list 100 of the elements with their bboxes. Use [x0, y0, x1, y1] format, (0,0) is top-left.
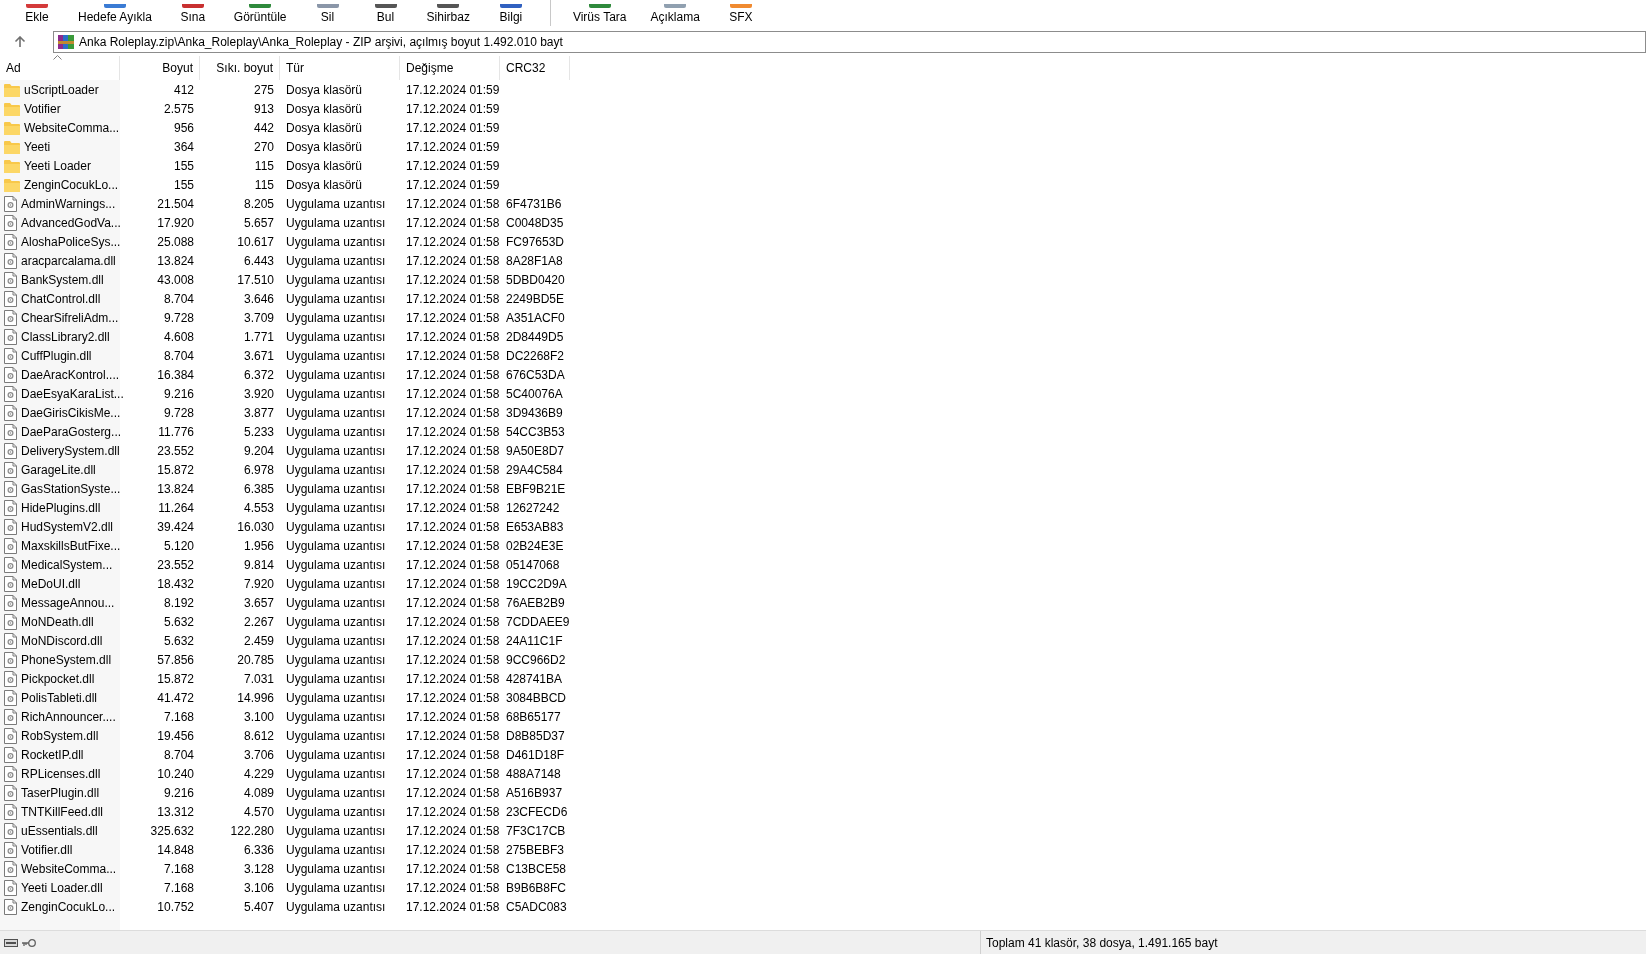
size-cell-text: 412: [172, 81, 195, 99]
type-cell-text: Uygulama uzantısı: [285, 898, 387, 916]
packed-size-cell-text: 16.030: [236, 518, 275, 536]
size-cell-text: 17.920: [156, 214, 195, 232]
type-cell-text: Uygulama uzantısı: [285, 290, 387, 308]
file-name: PhoneSystem.dll: [21, 651, 112, 669]
modified-cell-text: 17.12.2024 01:58: [405, 765, 500, 783]
modified-cell-text: 17.12.2024 01:58: [405, 518, 500, 536]
type-cell-text: Uygulama uzantısı: [285, 347, 387, 365]
modified-cell-text: 17.12.2024 01:58: [405, 727, 500, 745]
crc-cell-text: DC2268F2: [505, 347, 566, 365]
packed-size-cell-text: 3.920: [242, 385, 275, 403]
size-cell-text: 9.216: [162, 784, 195, 802]
size-cell-text: 39.424: [156, 518, 195, 536]
type-cell-text: Uygulama uzantısı: [285, 537, 387, 555]
toolbar-button[interactable]: Ekle: [12, 0, 62, 28]
column-header[interactable]: Değişme: [400, 56, 500, 80]
packed-size-cell-text: 1.956: [242, 537, 275, 555]
size-cell-text: 13.312: [156, 803, 195, 821]
packed-size-cell-text: 3.100: [242, 708, 275, 726]
crc-cell-text: 5C40076A: [505, 385, 564, 403]
size-cell-text: 2.575: [162, 100, 195, 118]
folder-icon: [4, 139, 20, 154]
toolbar-button[interactable]: Sına: [167, 0, 218, 28]
file-name: DeliverySystem.dll: [21, 442, 120, 460]
size-cell-text: 9.728: [162, 404, 195, 422]
type-cell-text: Dosya klasörü: [285, 119, 364, 137]
type-cell-text: Uygulama uzantısı: [285, 879, 387, 897]
toolbar-button[interactable]: Açıklama: [642, 0, 708, 28]
crc-cell-text: 9CC966D2: [505, 651, 567, 669]
toolbar-button[interactable]: SFX: [715, 0, 766, 28]
file-name: ClassLibrary2.dll: [21, 328, 110, 346]
crc-cell-text: 676C53DA: [505, 366, 566, 384]
size-cell-text: 14.848: [156, 841, 195, 859]
archive-path: Anka Roleplay.zip\Anka_Roleplay\Anka_Roleplay - ZIP arşivi, açılmış boyut 1.492.010 bayt: [79, 34, 563, 51]
file-name: Pickpocket.dll: [21, 670, 95, 688]
modified-cell-text: 17.12.2024 01:58: [405, 803, 500, 821]
toolbar-button[interactable]: Bilgi: [485, 0, 536, 28]
modified-cell-text: 17.12.2024 01:58: [405, 746, 500, 764]
packed-size-cell-text: 6.385: [242, 480, 275, 498]
size-cell-text: 8.704: [162, 746, 195, 764]
crc-cell-text: A516B937: [505, 784, 564, 802]
crc-cell-text: D461D18F: [505, 746, 566, 764]
crc-cell-text: EBF9B21E: [505, 480, 567, 498]
crc-cell-text: 05147068: [505, 556, 561, 574]
column-header[interactable]: CRC32: [500, 56, 570, 80]
type-cell-text: Uygulama uzantısı: [285, 841, 387, 859]
type-cell-text: Dosya klasörü: [285, 100, 364, 118]
toolbar-button[interactable]: Bul: [360, 0, 411, 28]
crc-cell-text: 54CC3B53: [505, 423, 566, 441]
file-name: MoNDeath.dll: [21, 613, 94, 631]
size-cell-text: 43.008: [156, 271, 195, 289]
crc-cell-text: B9B6B8FC: [505, 879, 568, 897]
column-header[interactable]: Boyut: [120, 56, 200, 80]
toolbar-button[interactable]: Virüs Tara: [564, 0, 635, 28]
size-cell-text: 4.608: [162, 328, 195, 346]
modified-cell-text: 17.12.2024 01:58: [405, 461, 500, 479]
toolbar-button[interactable]: Hedefe Ayıkla: [70, 0, 160, 28]
type-cell-text: Uygulama uzantısı: [285, 860, 387, 878]
modified-cell-text: 17.12.2024 01:59: [405, 157, 500, 175]
file-name: uEssentials.dll: [21, 822, 98, 840]
toolbar-button[interactable]: Sihirbaz: [418, 0, 478, 28]
column-header[interactable]: Sıkı. boyut: [200, 56, 280, 80]
modified-cell-text: 17.12.2024 01:58: [405, 423, 500, 441]
modified-cell-text: 17.12.2024 01:58: [405, 366, 500, 384]
packed-size-cell-text: 7.031: [242, 670, 275, 688]
size-cell-text: 5.632: [162, 613, 195, 631]
packed-size-cell-text: 3.706: [242, 746, 275, 764]
column-header[interactable]: Tür: [280, 56, 400, 80]
toolbar-button[interactable]: Sil: [302, 0, 353, 28]
toolbar-button[interactable]: Görüntüle: [225, 0, 295, 28]
crc-cell-text: 19CC2D9A: [505, 575, 568, 593]
modified-cell-text: 17.12.2024 01:58: [405, 632, 500, 650]
packed-size-cell-text: 9.814: [242, 556, 275, 574]
packed-size-cell-text: 6.336: [242, 841, 275, 859]
modified-cell-text: 17.12.2024 01:58: [405, 328, 500, 346]
type-cell-text: Dosya klasörü: [285, 138, 364, 156]
folder-icon: [4, 120, 20, 135]
crc-cell-text: 5DBD0420: [505, 271, 566, 289]
size-cell-text: 325.632: [149, 822, 195, 840]
size-cell-text: 11.264: [157, 499, 195, 517]
folder-icon: [4, 177, 20, 192]
crc-cell-text: 3084BBCD: [505, 689, 568, 707]
packed-size-cell-text: 2.459: [242, 632, 275, 650]
file-name: GarageLite.dll: [21, 461, 96, 479]
type-cell-text: Uygulama uzantısı: [285, 328, 387, 346]
size-cell-text: 19.456: [156, 727, 195, 745]
crc-cell-text: 24A11C1F: [505, 632, 564, 650]
modified-cell-text: 17.12.2024 01:58: [405, 784, 500, 802]
packed-size-cell-text: 8.612: [242, 727, 275, 745]
file-name: WebsiteComma...: [24, 119, 120, 137]
address-field[interactable]: Anka Roleplay.zip\Anka_Roleplay\Anka_Roleplay - ZIP arşivi, açılmış boyut 1.492.010 bayt: [53, 31, 1646, 53]
type-cell-text: Uygulama uzantısı: [285, 651, 387, 669]
crc-cell-text: D8B85D37: [505, 727, 566, 745]
modified-cell-text: 17.12.2024 01:58: [405, 841, 500, 859]
modified-cell-text: 17.12.2024 01:58: [405, 556, 500, 574]
packed-size-cell-text: 115: [253, 157, 275, 175]
packed-size-cell-text: 270: [252, 138, 275, 156]
modified-cell-text: 17.12.2024 01:58: [405, 252, 500, 270]
modified-cell-text: 17.12.2024 01:58: [405, 613, 500, 631]
